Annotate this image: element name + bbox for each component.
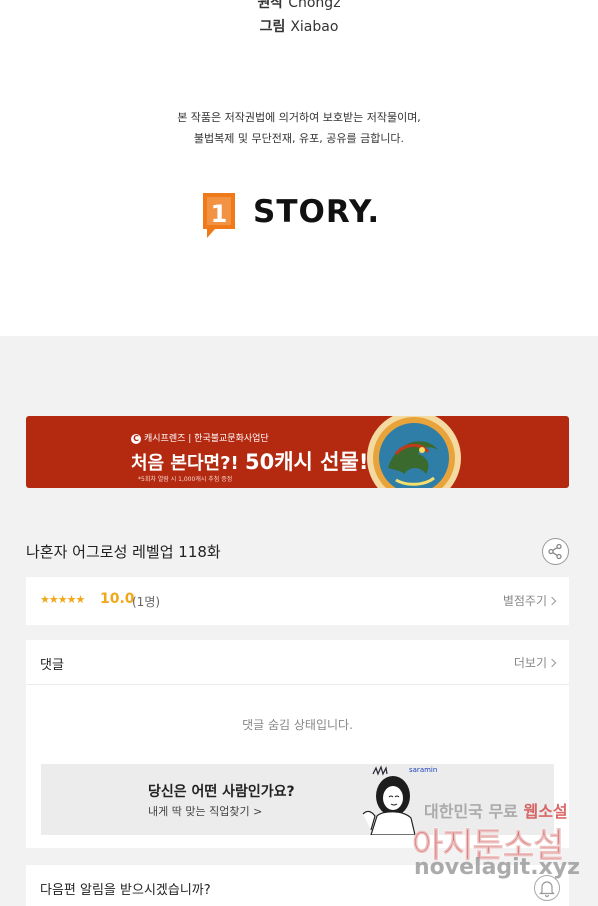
end-of-episode-section: 원작 Chongz 그림 Xiabao 본 작품은 저작권법에 의거하여 보호받는 … — [0, 0, 598, 336]
artist-name: Xiabao — [290, 19, 339, 35]
rating-card: ★★★★★ 10.0 (1명) 별점주기 — [26, 577, 569, 625]
comments-more-button[interactable]: 더보기 — [513, 654, 557, 671]
rate-label: 별점주기 — [502, 594, 547, 608]
dragon-medallion-icon — [367, 416, 461, 488]
rate-button[interactable]: 별점주기 — [502, 592, 557, 609]
alert-label: 다음편 알림을 받으시겠습니까? — [40, 883, 211, 898]
banner-brand-right: 한국불교문화사업단 — [194, 434, 269, 444]
comments-label: 댓글 — [40, 658, 64, 673]
watermark-line-3: novelagit.xyz — [414, 855, 580, 880]
comments-header: 댓글 더보기 — [26, 640, 569, 685]
banner-note: *5회차 열람 시 1,000캐시 추첨 증정 — [138, 476, 233, 483]
writer-role: 원작 — [257, 0, 284, 11]
comments-hidden-message: 댓글 숨김 상태입니다. — [242, 718, 353, 732]
ad-subtitle-link[interactable]: 내게 딱 맞는 직업찾기 > — [148, 803, 262, 819]
publisher-mark-digit: 1 — [211, 200, 228, 228]
banner-title-prefix: 처음 본다면?! — [131, 453, 239, 474]
publisher-logo: 1 STORY. — [201, 189, 401, 241]
rating-count: (1명) — [132, 595, 161, 609]
chevron-right-icon — [547, 658, 557, 668]
writer-name: Chongz — [288, 0, 341, 11]
copyright-line-1: 본 작품은 저작권법에 의거하여 보호받는 저작물이며, — [177, 111, 421, 124]
ad-title: 당신은 어떤 사람인가요? — [148, 784, 295, 800]
episode-title: 나혼자 어그로성 레벨업 118화 — [26, 543, 221, 561]
more-label: 더보기 — [513, 656, 547, 670]
publisher-logo-text: STORY. — [253, 194, 381, 230]
ad-brand: saramin — [409, 766, 438, 774]
banner-title-main: 50캐시 선물!! — [245, 450, 378, 474]
writer-credit: 원작 Chongz — [0, 0, 598, 12]
cash-friends-icon: C — [131, 434, 141, 444]
publisher-mark-icon: 1 — [203, 193, 235, 238]
banner-brand: C 캐시프렌즈 | 한국불교문화사업단 — [131, 431, 269, 444]
banner-title: 처음 본다면?! 50캐시 선물!! — [131, 446, 378, 476]
artist-credit: 그림 Xiabao — [0, 16, 598, 36]
copyright-line-2: 불법복제 및 무단전재, 유포, 공유를 금합니다. — [193, 132, 405, 145]
share-button[interactable] — [542, 538, 569, 565]
chevron-right-icon — [547, 596, 557, 606]
artist-role: 그림 — [259, 19, 286, 35]
site-watermark: 대한민국 무료 웹소설 아지툰소설 novelagit.xyz — [411, 798, 598, 888]
banner-brand-left: 캐시프렌즈 — [144, 434, 186, 444]
rating-score: 10.0 — [100, 591, 135, 607]
rating-stars: ★★★★★ — [40, 593, 85, 606]
share-icon — [548, 543, 562, 560]
promo-banner[interactable]: C 캐시프렌즈 | 한국불교문화사업단 처음 본다면?! 50캐시 선물!! *5… — [26, 416, 569, 488]
